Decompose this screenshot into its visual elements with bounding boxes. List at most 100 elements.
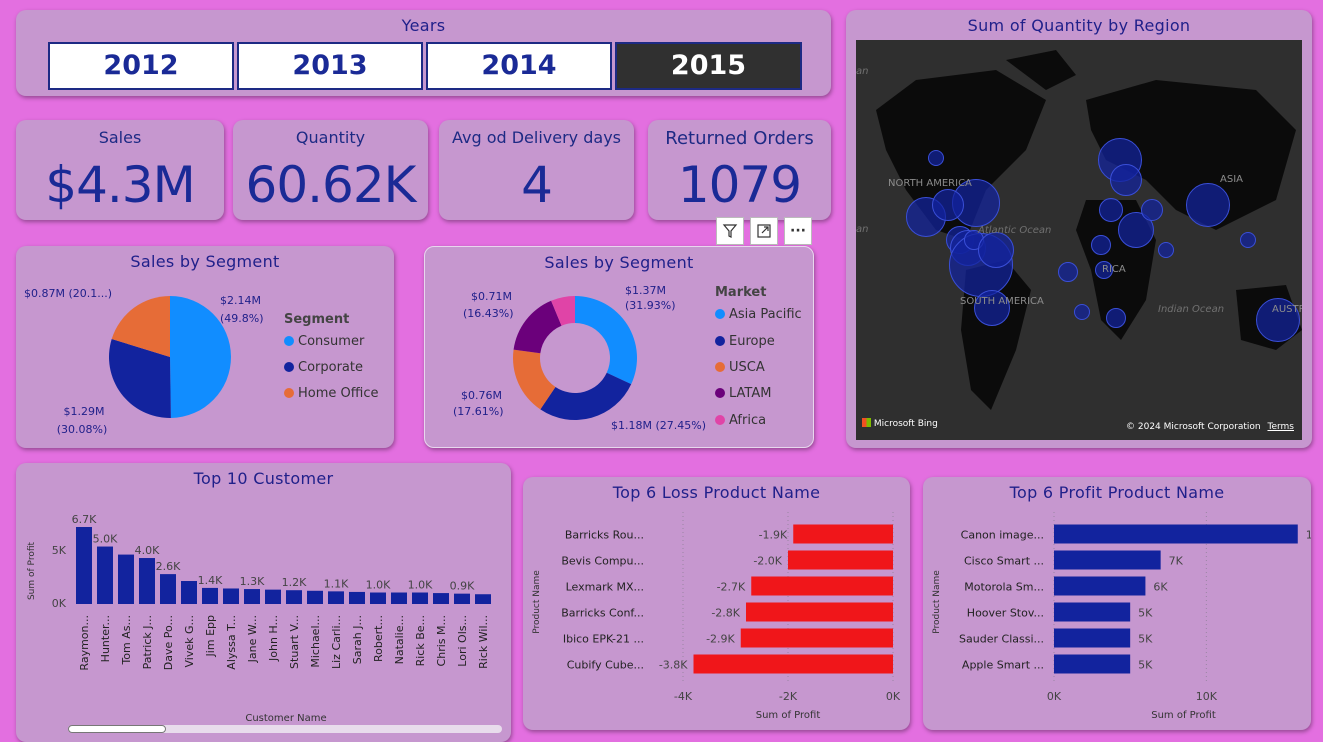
region-bubble[interactable]	[978, 232, 1014, 268]
region-bubble[interactable]	[1099, 198, 1123, 222]
region-bubble[interactable]	[1074, 304, 1090, 320]
filter-icon[interactable]	[716, 217, 744, 245]
customer-bar[interactable]	[391, 592, 407, 604]
product-bar[interactable]	[751, 576, 893, 596]
kpi-quantity-card: Quantity 60.62K	[233, 120, 428, 220]
x-tick-label: Chris M...	[435, 615, 448, 666]
region-bubble[interactable]	[1186, 183, 1230, 227]
legend-item-latam[interactable]: LATAM	[715, 386, 771, 401]
customer-bar[interactable]	[223, 588, 239, 604]
map-label-edge-2: an	[856, 224, 869, 235]
customer-bar[interactable]	[433, 593, 449, 604]
loss-product-chart[interactable]: Product Name Sum of Profit -4K -2K 0K Barrick…	[523, 477, 910, 730]
kpi-sales-label: Sales	[98, 128, 142, 147]
year-button-2014[interactable]: 2014	[426, 42, 612, 90]
region-bubble[interactable]	[928, 150, 944, 166]
map-copyright-text: © 2024 Microsoft Corporation	[1126, 422, 1261, 432]
customer-bar[interactable]	[202, 587, 218, 604]
product-bar[interactable]	[1054, 628, 1131, 648]
customer-bar[interactable]	[370, 592, 386, 604]
x-tick-label: -4K	[674, 690, 693, 703]
region-bubble[interactable]	[1091, 235, 1111, 255]
x-tick-label: Rick Be...	[414, 615, 427, 666]
market-donut-card: Sales by Segment $1.37M (31.93%) $1.18M (2…	[424, 246, 814, 448]
region-bubble[interactable]	[1110, 164, 1142, 196]
region-bubble[interactable]	[1240, 232, 1256, 248]
bar-data-label: -1.9K	[759, 529, 788, 542]
y-tick-label: Barricks Rou...	[565, 529, 644, 542]
customer-bar[interactable]	[97, 546, 113, 604]
horizontal-scrollbar[interactable]	[68, 725, 502, 733]
customer-bar[interactable]	[76, 527, 92, 604]
customer-bar[interactable]	[412, 592, 428, 604]
customer-bar[interactable]	[118, 554, 134, 604]
product-bar[interactable]	[793, 524, 893, 544]
x-tick-label: Stuart V...	[288, 615, 301, 669]
legend-item-europe[interactable]: Europe	[715, 334, 775, 349]
product-bar[interactable]	[746, 602, 893, 622]
customer-bar[interactable]	[244, 589, 260, 604]
profit-product-chart[interactable]: Product Name Sum of Profit 0K 10K Canon imag…	[923, 477, 1311, 730]
product-bar[interactable]	[1054, 576, 1146, 596]
product-bar[interactable]	[740, 628, 893, 648]
legend-item-consumer[interactable]: Consumer	[284, 334, 364, 349]
year-button-2012[interactable]: 2012	[48, 42, 234, 90]
bar-data-label: 5.0K	[93, 533, 118, 546]
bar-data-label: 7K	[1169, 555, 1184, 568]
region-bubble[interactable]	[1106, 308, 1126, 328]
customer-bar[interactable]	[286, 590, 302, 604]
customer-bar[interactable]	[139, 558, 155, 604]
legend-item-usca[interactable]: USCA	[715, 360, 765, 375]
product-bar[interactable]	[1054, 550, 1161, 570]
kpi-delivery-card: Avg od Delivery days 4	[439, 120, 634, 220]
x-tick-label: 0K	[886, 690, 901, 703]
map-label-australia: AUSTRAL	[1272, 304, 1302, 315]
focus-mode-icon[interactable]	[750, 217, 778, 245]
customer-bar[interactable]	[181, 581, 197, 604]
donut-slice-latam[interactable]	[513, 300, 562, 354]
donut-slice-europe[interactable]	[540, 372, 632, 421]
legend-label: Europe	[729, 334, 775, 349]
bar-data-label: 5K	[1138, 633, 1153, 646]
product-bar[interactable]	[1054, 524, 1298, 544]
legend-item-africa[interactable]: Africa	[715, 413, 766, 428]
map-label-africa: RICA	[1102, 264, 1126, 275]
region-bubble[interactable]	[1058, 262, 1078, 282]
region-bubble[interactable]	[1158, 242, 1174, 258]
legend-item-asia-pacific[interactable]: Asia Pacific	[715, 307, 802, 322]
top-customer-card: Top 10 Customer 0K 5K Sum of Profit Custome…	[16, 463, 511, 742]
more-options-icon[interactable]: ···	[784, 217, 812, 245]
donut-data-label: $1.37M	[625, 284, 666, 297]
product-bar[interactable]	[788, 550, 893, 570]
region-bubble[interactable]	[1141, 199, 1163, 221]
legend-dot	[715, 336, 725, 346]
region-bubble[interactable]	[932, 189, 964, 221]
product-bar[interactable]	[1054, 602, 1131, 622]
bar-data-label: 2.6K	[156, 560, 181, 573]
map-canvas[interactable]: NORTH AMERICA SOUTH AMERICA ASIA RICA AU…	[856, 40, 1302, 440]
bar-data-label: -2.7K	[717, 581, 746, 594]
customer-bar[interactable]	[454, 593, 470, 604]
top-customer-chart[interactable]: 0K 5K Sum of Profit Customer Name 6.7K Raymon…	[16, 463, 511, 742]
x-tick-label: Patrick J...	[141, 615, 154, 669]
customer-bar[interactable]	[328, 591, 344, 604]
customer-bar[interactable]	[475, 594, 491, 604]
legend-item-home-office[interactable]: Home Office	[284, 386, 378, 401]
customer-bar[interactable]	[349, 591, 365, 604]
x-tick-label: Lori Ols...	[456, 615, 469, 667]
customer-bar[interactable]	[265, 589, 281, 604]
product-bar[interactable]	[1054, 654, 1131, 674]
map-terms-link[interactable]: Terms	[1267, 422, 1294, 432]
bar-data-label: 6K	[1153, 581, 1168, 594]
scrollbar-thumb[interactable]	[68, 725, 166, 733]
customer-bar[interactable]	[160, 574, 176, 604]
product-bar[interactable]	[693, 654, 894, 674]
y-tick-label: Ibico EPK-21 ...	[563, 633, 644, 646]
year-button-2015[interactable]: 2015	[615, 42, 802, 90]
legend-dot	[715, 309, 725, 319]
legend-dot	[715, 388, 725, 398]
legend-item-corporate[interactable]: Corporate	[284, 360, 363, 375]
legend-label: USCA	[729, 360, 765, 375]
customer-bar[interactable]	[307, 590, 323, 604]
year-button-2013[interactable]: 2013	[237, 42, 423, 90]
